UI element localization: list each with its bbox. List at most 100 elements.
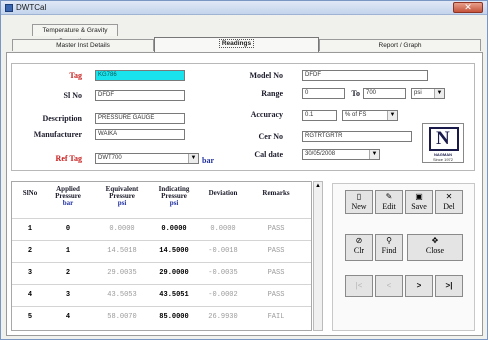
button-label: Close [425, 246, 445, 255]
header-unit: psi [169, 199, 179, 207]
cell-indicating: 85.0000 [159, 313, 189, 321]
description-field[interactable]: PRESSURE GAUGE [95, 113, 185, 124]
caldate-label: Cal date [254, 150, 283, 159]
cer-label: Cer No [258, 132, 283, 141]
cell-deviation: -0.0035 [208, 269, 238, 277]
button-label: Edit [382, 202, 396, 211]
save-button[interactable]: ▣ Save [405, 190, 433, 214]
tag-label: Tag [69, 71, 82, 80]
logo-since: Since 1972 [432, 157, 453, 162]
table-row[interactable]: 2 1 14.5018 14.5000 -0.0018 PASS [12, 240, 311, 262]
save-icon: ▣ [415, 192, 423, 201]
cell-remarks: FAIL [267, 313, 285, 321]
manufacturer-label: Manufacturer [33, 130, 82, 139]
clear-button[interactable]: ⊘ Clr [345, 234, 373, 261]
chevron-down-icon[interactable]: ▼ [434, 89, 444, 98]
reftag-select[interactable]: DWT700 ▼ [95, 153, 199, 164]
header-unit: psi [117, 199, 127, 207]
col-header-indicating: Indicating Pressure psi [150, 186, 198, 207]
accuracy-field[interactable]: 0.1 [302, 110, 337, 121]
find-icon: ⚲ [386, 236, 392, 245]
cell-indicating: 43.5051 [159, 291, 189, 299]
close-button[interactable]: ✥ Close [407, 234, 463, 261]
cell-equivalent: 43.5053 [107, 291, 137, 299]
prev-record-button[interactable]: < [375, 275, 403, 297]
window-close-button[interactable]: ✕ [453, 2, 483, 13]
tab-label: Master Inst Details [56, 42, 110, 49]
cell-equivalent: 29.0035 [107, 269, 137, 277]
accuracy-label: Accuracy [250, 110, 283, 119]
last-record-button[interactable]: >| [435, 275, 463, 297]
table-row[interactable]: 5 4 58.0070 85.0000 26.9930 FAIL [12, 306, 311, 328]
app-window: DWTCal ✕ Temperature & Gravity Correctio… [0, 0, 488, 340]
range-to-field[interactable]: 700 [363, 88, 406, 99]
cell-deviation: 26.9930 [208, 313, 238, 321]
delete-button[interactable]: ✕ Del [435, 190, 463, 214]
button-label: Save [411, 202, 427, 211]
cer-field[interactable]: RGTRTGRTR [302, 131, 412, 142]
app-icon [5, 4, 13, 12]
range-from-field[interactable]: 0 [302, 88, 345, 99]
button-label: Clr [353, 246, 365, 255]
cell-applied: 0 [65, 225, 71, 233]
window-title: DWTCal [16, 3, 47, 12]
find-button[interactable]: ⚲ Find [375, 234, 403, 261]
cell-slno: 3 [27, 269, 33, 277]
range-to-label: To [351, 89, 360, 98]
grid-scrollbar[interactable]: ▲ [313, 181, 323, 331]
chevron-down-icon[interactable]: ▼ [188, 154, 198, 163]
col-header-equivalent: Equivalent Pressure psi [98, 186, 146, 207]
cell-slno: 4 [27, 291, 33, 299]
next-record-button[interactable]: > [405, 275, 433, 297]
header-label: Equivalent Pressure [105, 185, 139, 200]
cell-applied: 4 [65, 313, 71, 321]
tab-temperature-gravity[interactable]: Temperature & Gravity Corrections [32, 24, 118, 45]
caldate-picker[interactable]: 30/05/2008 ▼ [302, 149, 380, 160]
cell-slno: 5 [27, 313, 33, 321]
edit-icon: ✎ [385, 192, 393, 201]
cell-indicating: 0.0000 [161, 225, 187, 233]
range-unit-value: psi [414, 90, 422, 96]
header-label: Applied Pressure [55, 185, 81, 200]
cell-deviation: -0.0002 [208, 291, 238, 299]
accuracy-unit-value: % of FS [345, 112, 367, 118]
range-unit-select[interactable]: psi ▼ [411, 88, 445, 99]
cell-remarks: PASS [267, 291, 285, 299]
model-field[interactable]: DFDF [302, 70, 428, 81]
new-button[interactable]: ▯ New [345, 190, 373, 214]
table-row[interactable]: 3 2 29.0035 29.0000 -0.0035 PASS [12, 262, 311, 284]
col-header-remarks: Remarks [252, 190, 300, 197]
tab-master-inst-details[interactable]: Master Inst Details [12, 39, 154, 51]
chevron-down-icon[interactable]: ▼ [369, 150, 379, 159]
cell-indicating: 14.5000 [159, 247, 189, 255]
header-label: SlNo [22, 189, 38, 197]
accuracy-unit-select[interactable]: % of FS ▼ [342, 110, 398, 121]
logo-mark: N [429, 127, 459, 151]
cell-remarks: PASS [267, 269, 285, 277]
reftag-value: DWT700 [98, 155, 122, 161]
cell-deviation: -0.0018 [208, 247, 238, 255]
cell-applied: 1 [65, 247, 71, 255]
table-row[interactable]: 4 3 43.5053 43.5051 -0.0002 PASS [12, 284, 311, 306]
tag-field[interactable]: KG786 [95, 70, 185, 81]
cell-equivalent: 58.0070 [107, 313, 137, 321]
tab-readings[interactable]: Readings [154, 37, 319, 52]
cell-equivalent: 0.0000 [109, 225, 135, 233]
cell-equivalent: 14.5018 [107, 247, 137, 255]
company-logo: N NAGMAN Since 1972 [422, 123, 464, 163]
tab-report-graph[interactable]: Report / Graph [319, 39, 481, 51]
scroll-up-icon[interactable]: ▲ [314, 182, 322, 191]
first-record-button[interactable]: |< [345, 275, 373, 297]
cell-slno: 1 [27, 225, 33, 233]
reftag-label: Ref Tag [55, 154, 82, 163]
caldate-value: 30/05/2008 [305, 151, 336, 157]
tab-label: Readings [218, 39, 255, 48]
chevron-down-icon[interactable]: ▼ [387, 111, 397, 120]
logo-letter: N [436, 128, 450, 149]
slno-field[interactable]: DFDF [95, 90, 185, 101]
new-document-icon: ▯ [356, 192, 362, 201]
manufacturer-field[interactable]: WAIKA [95, 129, 185, 140]
table-row[interactable]: 1 0 0.0000 0.0000 0.0000 PASS [12, 218, 311, 240]
cell-applied: 3 [65, 291, 71, 299]
edit-button[interactable]: ✎ Edit [375, 190, 403, 214]
